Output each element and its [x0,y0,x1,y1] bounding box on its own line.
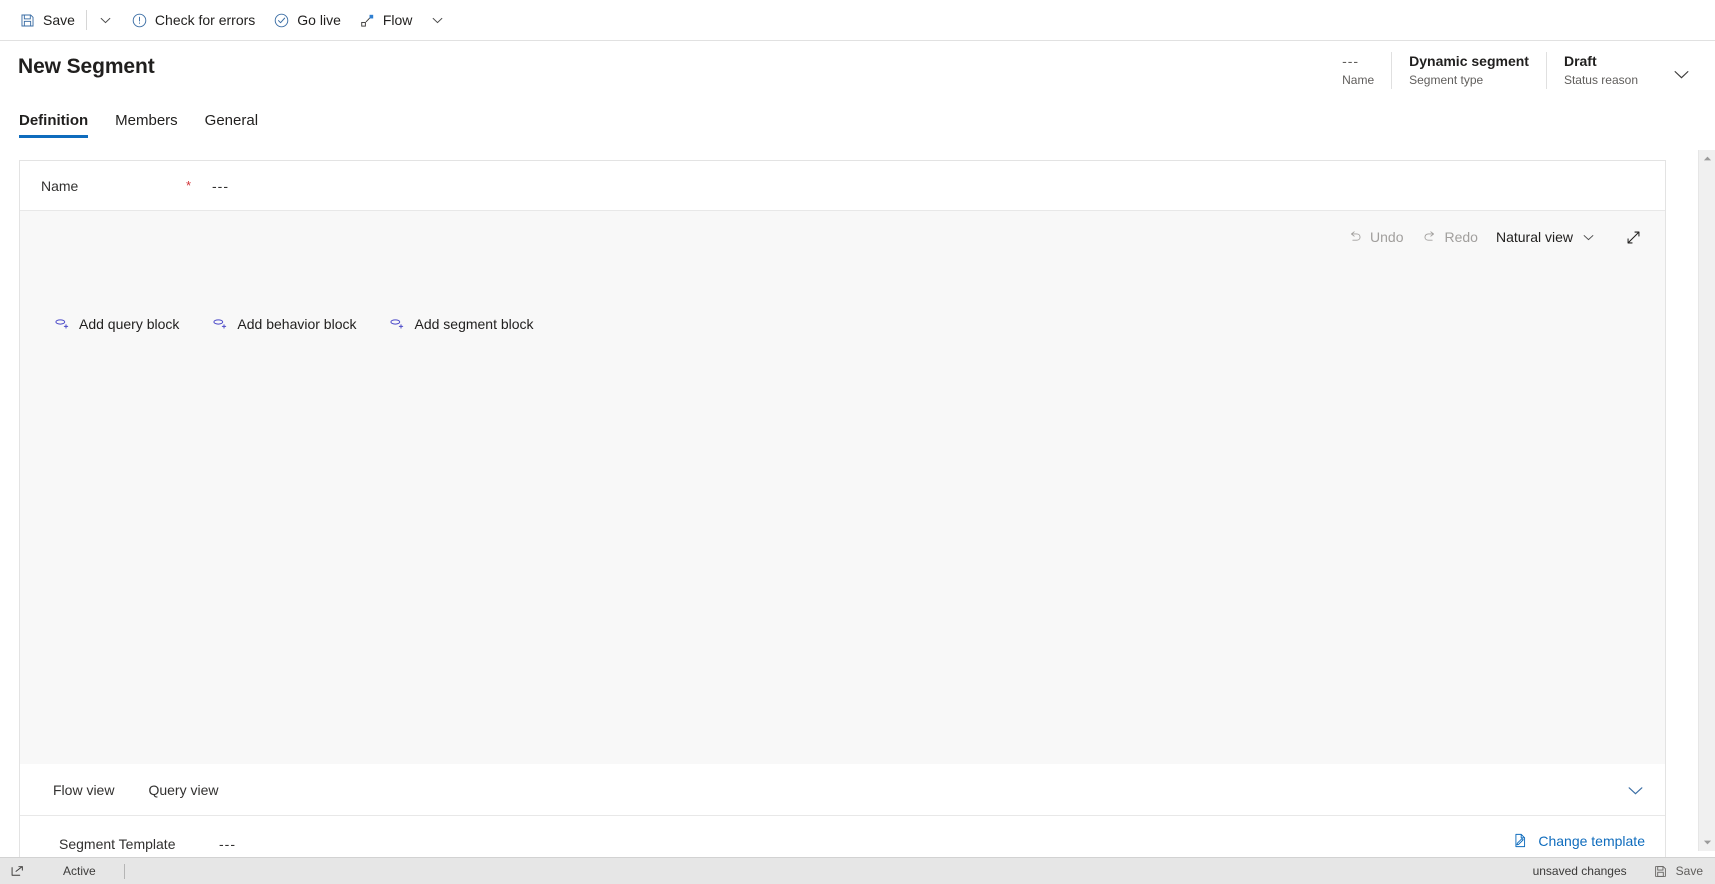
name-input[interactable]: --- [212,178,229,194]
segment-canvas[interactable]: Undo Redo Natural view Add query block A… [20,211,1665,764]
flow-section-collapse-button[interactable] [1623,778,1647,802]
check-for-errors-button[interactable]: Check for errors [122,0,264,41]
page-edit-icon [1512,832,1529,849]
scroll-up-button[interactable] [1699,150,1715,167]
save-icon [1653,864,1668,879]
go-live-button[interactable]: Go live [264,0,350,41]
header-segment-type-label: Segment type [1409,73,1484,87]
save-label: Save [43,12,75,28]
segment-template-value: --- [219,835,236,852]
add-query-icon [53,315,70,332]
redo-button[interactable]: Redo [1413,221,1487,253]
view-mode-label: Natural view [1495,229,1573,245]
header-expand-button[interactable] [1669,62,1693,86]
flow-icon [359,12,376,29]
tab-flow-view[interactable]: Flow view [53,782,114,798]
add-segment-block-button[interactable]: Add segment block [388,315,534,332]
tab-strip: Definition Members General [0,112,1715,149]
tab-general[interactable]: General [205,112,266,138]
undo-button[interactable]: Undo [1338,221,1412,253]
flow-button[interactable]: Flow [350,0,422,41]
header-field-segment-type: Dynamic segment Segment type [1391,52,1546,89]
status-save-button[interactable]: Save [1653,864,1703,879]
definition-card: Name * --- Undo Redo Natural view Add qu… [19,160,1666,764]
header-field-name: --- Name [1325,52,1391,89]
tab-definition[interactable]: Definition [19,112,96,138]
header-segment-type-value: Dynamic segment [1409,53,1529,69]
save-button[interactable]: Save [10,0,84,41]
chevron-down-icon [1673,66,1690,83]
status-bar: Active unsaved changes Save [0,857,1715,884]
change-template-label: Change template [1538,832,1645,849]
tab-query-view-label: Query view [148,781,219,798]
name-field-row: Name * --- [20,161,1665,211]
add-behavior-icon [211,315,228,332]
header-status-reason-value: Draft [1563,53,1597,69]
view-mode-selector[interactable]: Natural view [1487,221,1611,253]
expand-diagonal-icon [1625,229,1642,246]
triangle-up-icon [1703,155,1712,162]
undo-icon [1347,229,1363,245]
tab-definition-label: Definition [19,112,89,129]
redo-icon [1422,229,1438,245]
flow-dropdown-button[interactable] [421,0,454,41]
segment-template-label: Segment Template [59,835,176,852]
tab-flow-view-label: Flow view [53,781,115,798]
chevron-down-icon [99,14,112,27]
status-divider [123,863,125,879]
add-behavior-block-button[interactable]: Add behavior block [211,315,356,332]
flow-label: Flow [382,12,413,28]
header-name-value: --- [1342,53,1360,69]
page-title: New Segment [18,55,155,78]
triangle-down-icon [1703,839,1712,846]
status-bar-right: unsaved changes Save [1533,864,1715,879]
unsaved-changes-label: unsaved changes [1532,864,1627,878]
tab-query-view[interactable]: Query view [148,782,218,798]
save-icon [19,12,36,29]
add-segment-icon [388,315,405,332]
flow-view-tabstrip: Flow view Query view [20,764,1665,816]
chevron-down-icon [1573,231,1602,244]
checkmark-circle-icon [273,12,290,29]
command-separator [85,10,87,30]
canvas-toolbar: Undo Redo Natural view [1338,211,1665,263]
tab-members[interactable]: Members [115,112,186,138]
error-circle-icon [131,12,148,29]
command-bar: Save Check for errors Go live Flow [0,0,1715,41]
add-query-block-button[interactable]: Add query block [53,315,179,332]
header-status-reason-label: Status reason [1563,73,1638,87]
pop-out-icon [10,864,25,879]
redo-label: Redo [1444,229,1478,245]
tab-general-label: General [204,112,259,129]
scroll-down-button[interactable] [1699,834,1715,851]
add-query-block-label: Add query block [79,315,180,332]
chevron-down-icon [1627,782,1644,799]
add-segment-block-label: Add segment block [414,315,534,332]
check-for-errors-label: Check for errors [154,12,256,28]
vertical-scrollbar[interactable] [1698,150,1715,851]
change-template-button[interactable]: Change template [1512,832,1645,849]
record-state-label: Active [63,864,96,878]
name-field-label: Name [41,177,79,194]
add-block-row: Add query block Add behavior block Add s… [53,315,566,332]
status-save-label: Save [1675,864,1703,878]
header-name-label: Name [1342,73,1375,87]
go-live-label: Go live [297,12,341,28]
pop-out-button[interactable] [10,864,25,879]
expand-canvas-button[interactable] [1617,221,1649,253]
save-dropdown-button[interactable] [89,0,122,41]
add-behavior-block-label: Add behavior block [237,315,357,332]
page-header: New Segment --- Name Dynamic segment Seg… [0,41,1715,104]
undo-label: Undo [1370,229,1404,245]
chevron-down-icon [431,14,444,27]
tab-members-label: Members [115,112,178,129]
required-marker: * [186,178,192,193]
header-field-status-reason: Draft Status reason [1545,52,1655,89]
header-summary: --- Name Dynamic segment Segment type Dr… [1325,52,1693,89]
